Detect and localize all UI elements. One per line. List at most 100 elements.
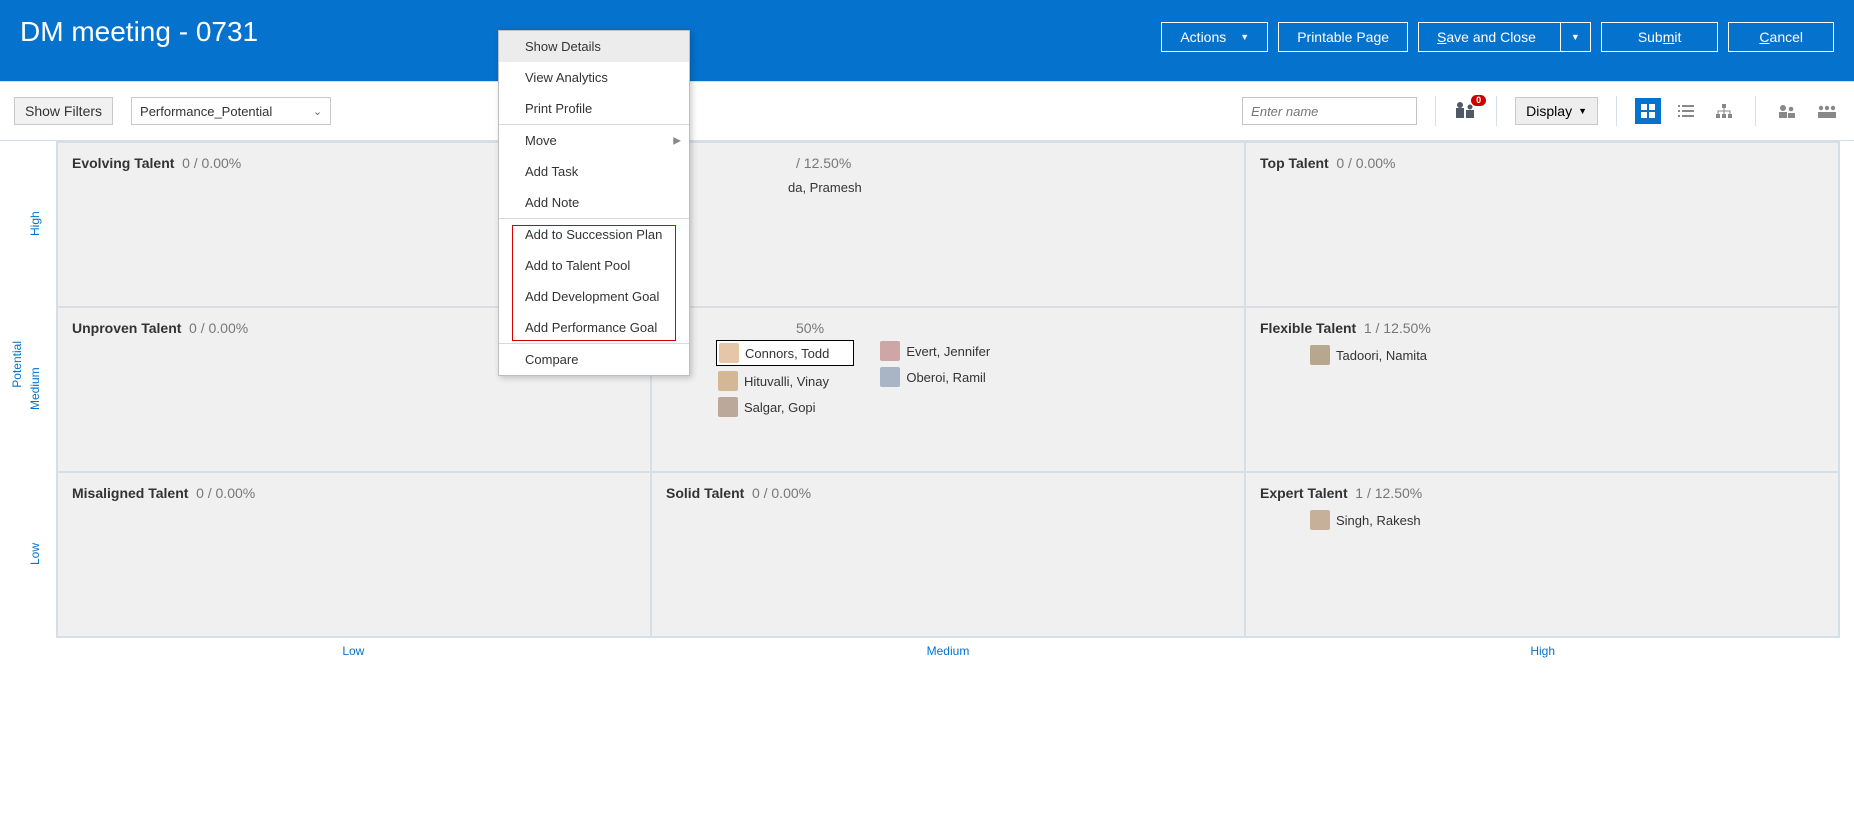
cell-misaligned-talent[interactable]: Misaligned Talent 0 / 0.00% [57, 472, 651, 637]
y-label-low: Low [14, 471, 56, 636]
cell-title: Unproven Talent [72, 320, 181, 336]
person-name: da, Pramesh [788, 180, 862, 195]
menu-add-perf-goal[interactable]: Add Performance Goal [499, 312, 689, 343]
person-name: Singh, Rakesh [1336, 513, 1421, 528]
printable-label: Printable Page [1297, 29, 1389, 45]
x-label-high: High [1245, 644, 1840, 658]
person-item[interactable]: da, Pramesh [786, 179, 1230, 196]
badge-count: 0 [1471, 95, 1486, 106]
show-filters-button[interactable]: Show Filters [14, 97, 113, 125]
grid-cells: Evolving Talent 0 / 0.00% / 12.50% da, P… [56, 141, 1840, 638]
menu-move[interactable]: Move ▶ [499, 125, 689, 156]
y-label-high: High [14, 141, 56, 306]
context-menu: Show Details View Analytics Print Profil… [498, 30, 690, 376]
printable-page-button[interactable]: Printable Page [1278, 22, 1408, 52]
actions-label: Actions [1180, 29, 1226, 45]
cell-stats: 0 / 0.00% [1336, 155, 1395, 171]
menu-print-profile[interactable]: Print Profile [499, 93, 689, 124]
nine-box-grid: Potential High Medium Low Evolving Talen… [0, 141, 1854, 638]
menu-add-task[interactable]: Add Task [499, 156, 689, 187]
matrix-select-value: Performance_Potential [140, 104, 272, 119]
avatar [1310, 510, 1330, 530]
submenu-arrow-icon: ▶ [673, 135, 681, 146]
list-view-icon[interactable] [1673, 98, 1699, 124]
grid-view-icon[interactable] [1635, 98, 1661, 124]
person-group-icon[interactable] [1774, 98, 1800, 124]
menu-view-analytics[interactable]: View Analytics [499, 62, 689, 93]
cell-top-talent[interactable]: Top Talent 0 / 0.00% [1245, 142, 1839, 307]
matrix-select[interactable]: Performance_Potential ⌄ [131, 97, 331, 125]
page-header: DM meeting - 0731 Actions ▼ Printable Pa… [0, 0, 1854, 81]
person-item[interactable]: Evert, Jennifer [878, 340, 992, 362]
display-label: Display [1526, 103, 1572, 119]
cell-emerging-talent[interactable]: / 12.50% da, Pramesh [651, 142, 1245, 307]
dropdown-icon: ▼ [1571, 32, 1580, 42]
person-name: Hituvalli, Vinay [744, 374, 829, 389]
person-name: Evert, Jennifer [906, 344, 990, 359]
cell-stats: 50% [796, 320, 824, 336]
avatar [718, 397, 738, 417]
cell-stats: 1 / 12.50% [1364, 320, 1431, 336]
separator [1435, 96, 1436, 126]
cell-title: Expert Talent [1260, 485, 1348, 501]
menu-compare[interactable]: Compare [499, 344, 689, 375]
menu-add-succession-plan[interactable]: Add to Succession Plan [499, 219, 689, 250]
person-item[interactable]: Hituvalli, Vinay [716, 370, 854, 392]
avatar [880, 367, 900, 387]
dropdown-icon: ▼ [1578, 106, 1587, 116]
person-item-selected[interactable]: Connors, Todd [716, 340, 854, 366]
person-name: Tadoori, Namita [1336, 348, 1427, 363]
header-buttons: Actions ▼ Printable Page Save and Close … [1161, 22, 1834, 52]
cell-stats: 0 / 0.00% [189, 320, 248, 336]
cell-title: Misaligned Talent [72, 485, 188, 501]
separator [1755, 96, 1756, 126]
view-mode-icons [1635, 98, 1737, 124]
x-axis: Low Medium High [0, 638, 1854, 658]
menu-show-details[interactable]: Show Details [499, 31, 689, 62]
page-title: DM meeting - 0731 [20, 16, 258, 48]
cell-flexible-talent[interactable]: Flexible Talent 1 / 12.50% Tadoori, Nami… [1245, 307, 1839, 472]
cell-title: Evolving Talent [72, 155, 174, 171]
menu-add-dev-goal[interactable]: Add Development Goal [499, 281, 689, 312]
cell-stats: 0 / 0.00% [752, 485, 811, 501]
save-split-dropdown[interactable]: ▼ [1560, 23, 1590, 51]
save-and-close-button[interactable]: Save and Close ▼ [1418, 22, 1591, 52]
separator [1616, 96, 1617, 126]
three-people-icon[interactable] [1814, 98, 1840, 124]
hierarchy-view-icon[interactable] [1711, 98, 1737, 124]
cell-stats: 0 / 0.00% [182, 155, 241, 171]
search-input[interactable] [1242, 97, 1417, 125]
cell-core-talent[interactable]: 50% Connors, Todd Hituvalli, Vinay Salga… [651, 307, 1245, 472]
chevron-down-icon: ⌄ [313, 105, 322, 118]
cell-expert-talent[interactable]: Expert Talent 1 / 12.50% Singh, Rakesh [1245, 472, 1839, 637]
actions-button[interactable]: Actions ▼ [1161, 22, 1268, 52]
person-name: Connors, Todd [745, 346, 829, 361]
cancel-button[interactable]: Cancel [1728, 22, 1834, 52]
people-icons [1774, 98, 1840, 124]
cell-stats: 0 / 0.00% [196, 485, 255, 501]
population-icon[interactable]: 0 [1454, 100, 1478, 122]
avatar [880, 341, 900, 361]
separator [1496, 96, 1497, 126]
cell-title: Solid Talent [666, 485, 744, 501]
y-axis: Potential High Medium Low [14, 141, 56, 638]
save-label: Save and Close [1437, 29, 1536, 45]
avatar [1310, 345, 1330, 365]
cell-stats: / 12.50% [796, 155, 851, 171]
y-label-medium: Medium [14, 306, 56, 471]
cell-stats: 1 / 12.50% [1355, 485, 1422, 501]
menu-add-talent-pool[interactable]: Add to Talent Pool [499, 250, 689, 281]
toolbar: Show Filters Performance_Potential ⌄ 0 D… [0, 81, 1854, 141]
avatar [719, 343, 739, 363]
cell-title: Top Talent [1260, 155, 1329, 171]
person-item[interactable]: Singh, Rakesh [1308, 509, 1824, 531]
cell-solid-talent[interactable]: Solid Talent 0 / 0.00% [651, 472, 1245, 637]
person-item[interactable]: Tadoori, Namita [1308, 344, 1824, 366]
person-item[interactable]: Oberoi, Ramil [878, 366, 992, 388]
submit-button[interactable]: Submit [1601, 22, 1719, 52]
display-button[interactable]: Display ▼ [1515, 97, 1598, 125]
menu-add-note[interactable]: Add Note [499, 187, 689, 218]
menu-move-label: Move [525, 133, 557, 148]
cancel-label: Cancel [1759, 29, 1803, 45]
person-item[interactable]: Salgar, Gopi [716, 396, 854, 418]
